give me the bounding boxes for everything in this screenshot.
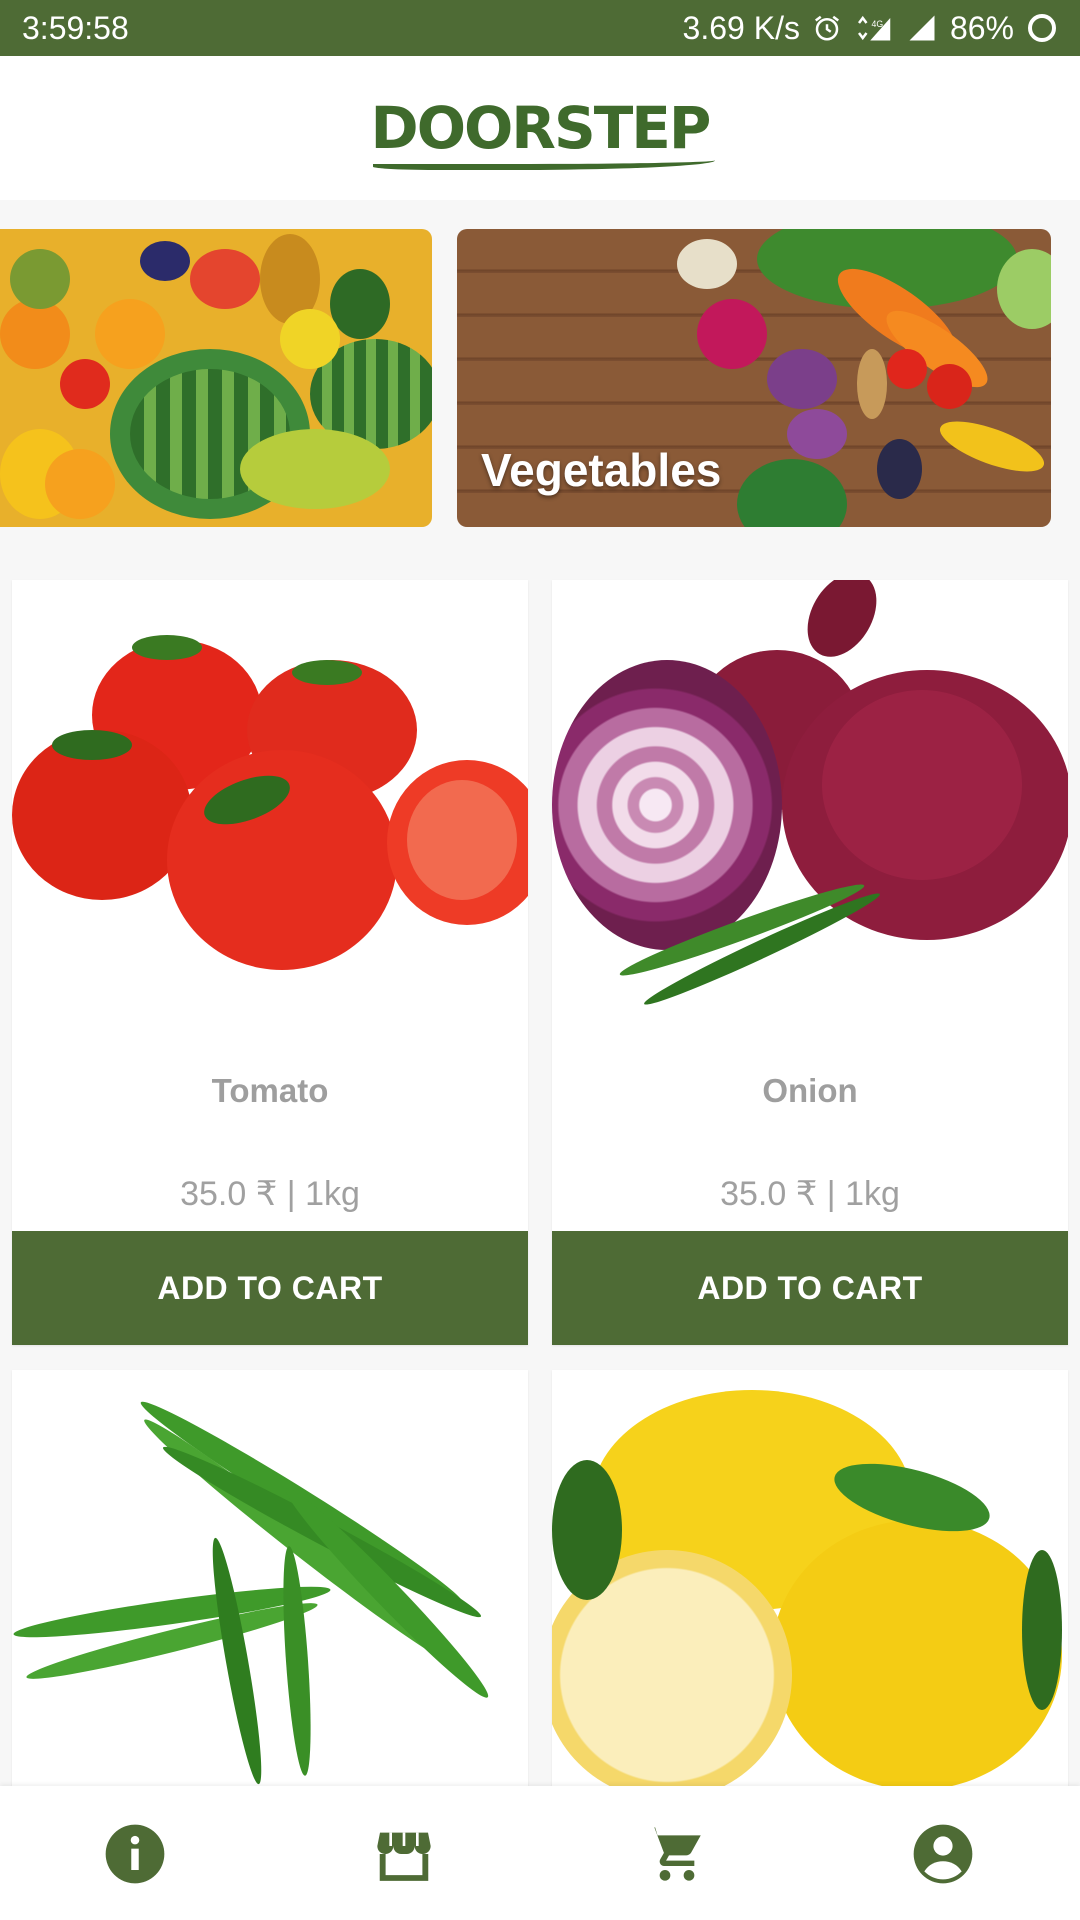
category-vegetables[interactable]: Vegetables — [457, 229, 1051, 527]
network-speed: 3.69 K/s — [682, 9, 800, 46]
product-card-lemon[interactable] — [552, 1370, 1068, 1786]
cart-icon[interactable] — [641, 1822, 705, 1886]
category-label: Vegetables — [481, 444, 722, 496]
product-price: 35.0 ₹ | 1kg — [720, 1175, 900, 1213]
add-to-cart-button[interactable]: ADD TO CART — [552, 1231, 1068, 1345]
category-fruits[interactable] — [0, 229, 432, 527]
onion-image — [552, 580, 1068, 1050]
product-card-onion[interactable]: Onion 35.0 ₹ | 1kg ADD TO CART — [552, 580, 1068, 1345]
lemon-image — [552, 1370, 1068, 1786]
signal-icon — [906, 13, 938, 43]
battery-icon — [1026, 12, 1058, 44]
logo-text: DOORSTEP — [370, 94, 712, 162]
product-name: Tomato — [211, 1072, 329, 1109]
svg-text:4G: 4G — [871, 19, 883, 29]
green-chilli-image — [12, 1370, 528, 1786]
status-time: 3:59:58 — [22, 9, 129, 46]
product-name: Onion — [762, 1072, 858, 1109]
account-icon[interactable] — [911, 1822, 975, 1886]
product-price: 35.0 ₹ | 1kg — [180, 1175, 360, 1213]
logo-swoosh — [372, 154, 716, 170]
product-card-chilli[interactable] — [12, 1370, 528, 1786]
status-bar: 3:59:58 3.69 K/s 4G 86% — [0, 0, 1080, 56]
store-icon[interactable] — [372, 1822, 436, 1886]
battery-percent: 86% — [949, 9, 1014, 46]
fruits-image — [0, 229, 432, 527]
info-icon[interactable] — [103, 1822, 167, 1886]
tomato-image — [12, 580, 528, 1050]
alarm-icon — [812, 13, 842, 43]
data-4g-icon: 4G — [854, 13, 894, 43]
add-to-cart-button[interactable]: ADD TO CART — [12, 1231, 528, 1345]
app-logo[interactable]: DOORSTEP — [370, 94, 716, 170]
product-card-tomato[interactable]: Tomato 35.0 ₹ | 1kg ADD TO CART — [12, 580, 528, 1345]
bottom-navigation — [0, 1786, 1080, 1920]
app-header: DOORSTEP — [0, 56, 1080, 200]
